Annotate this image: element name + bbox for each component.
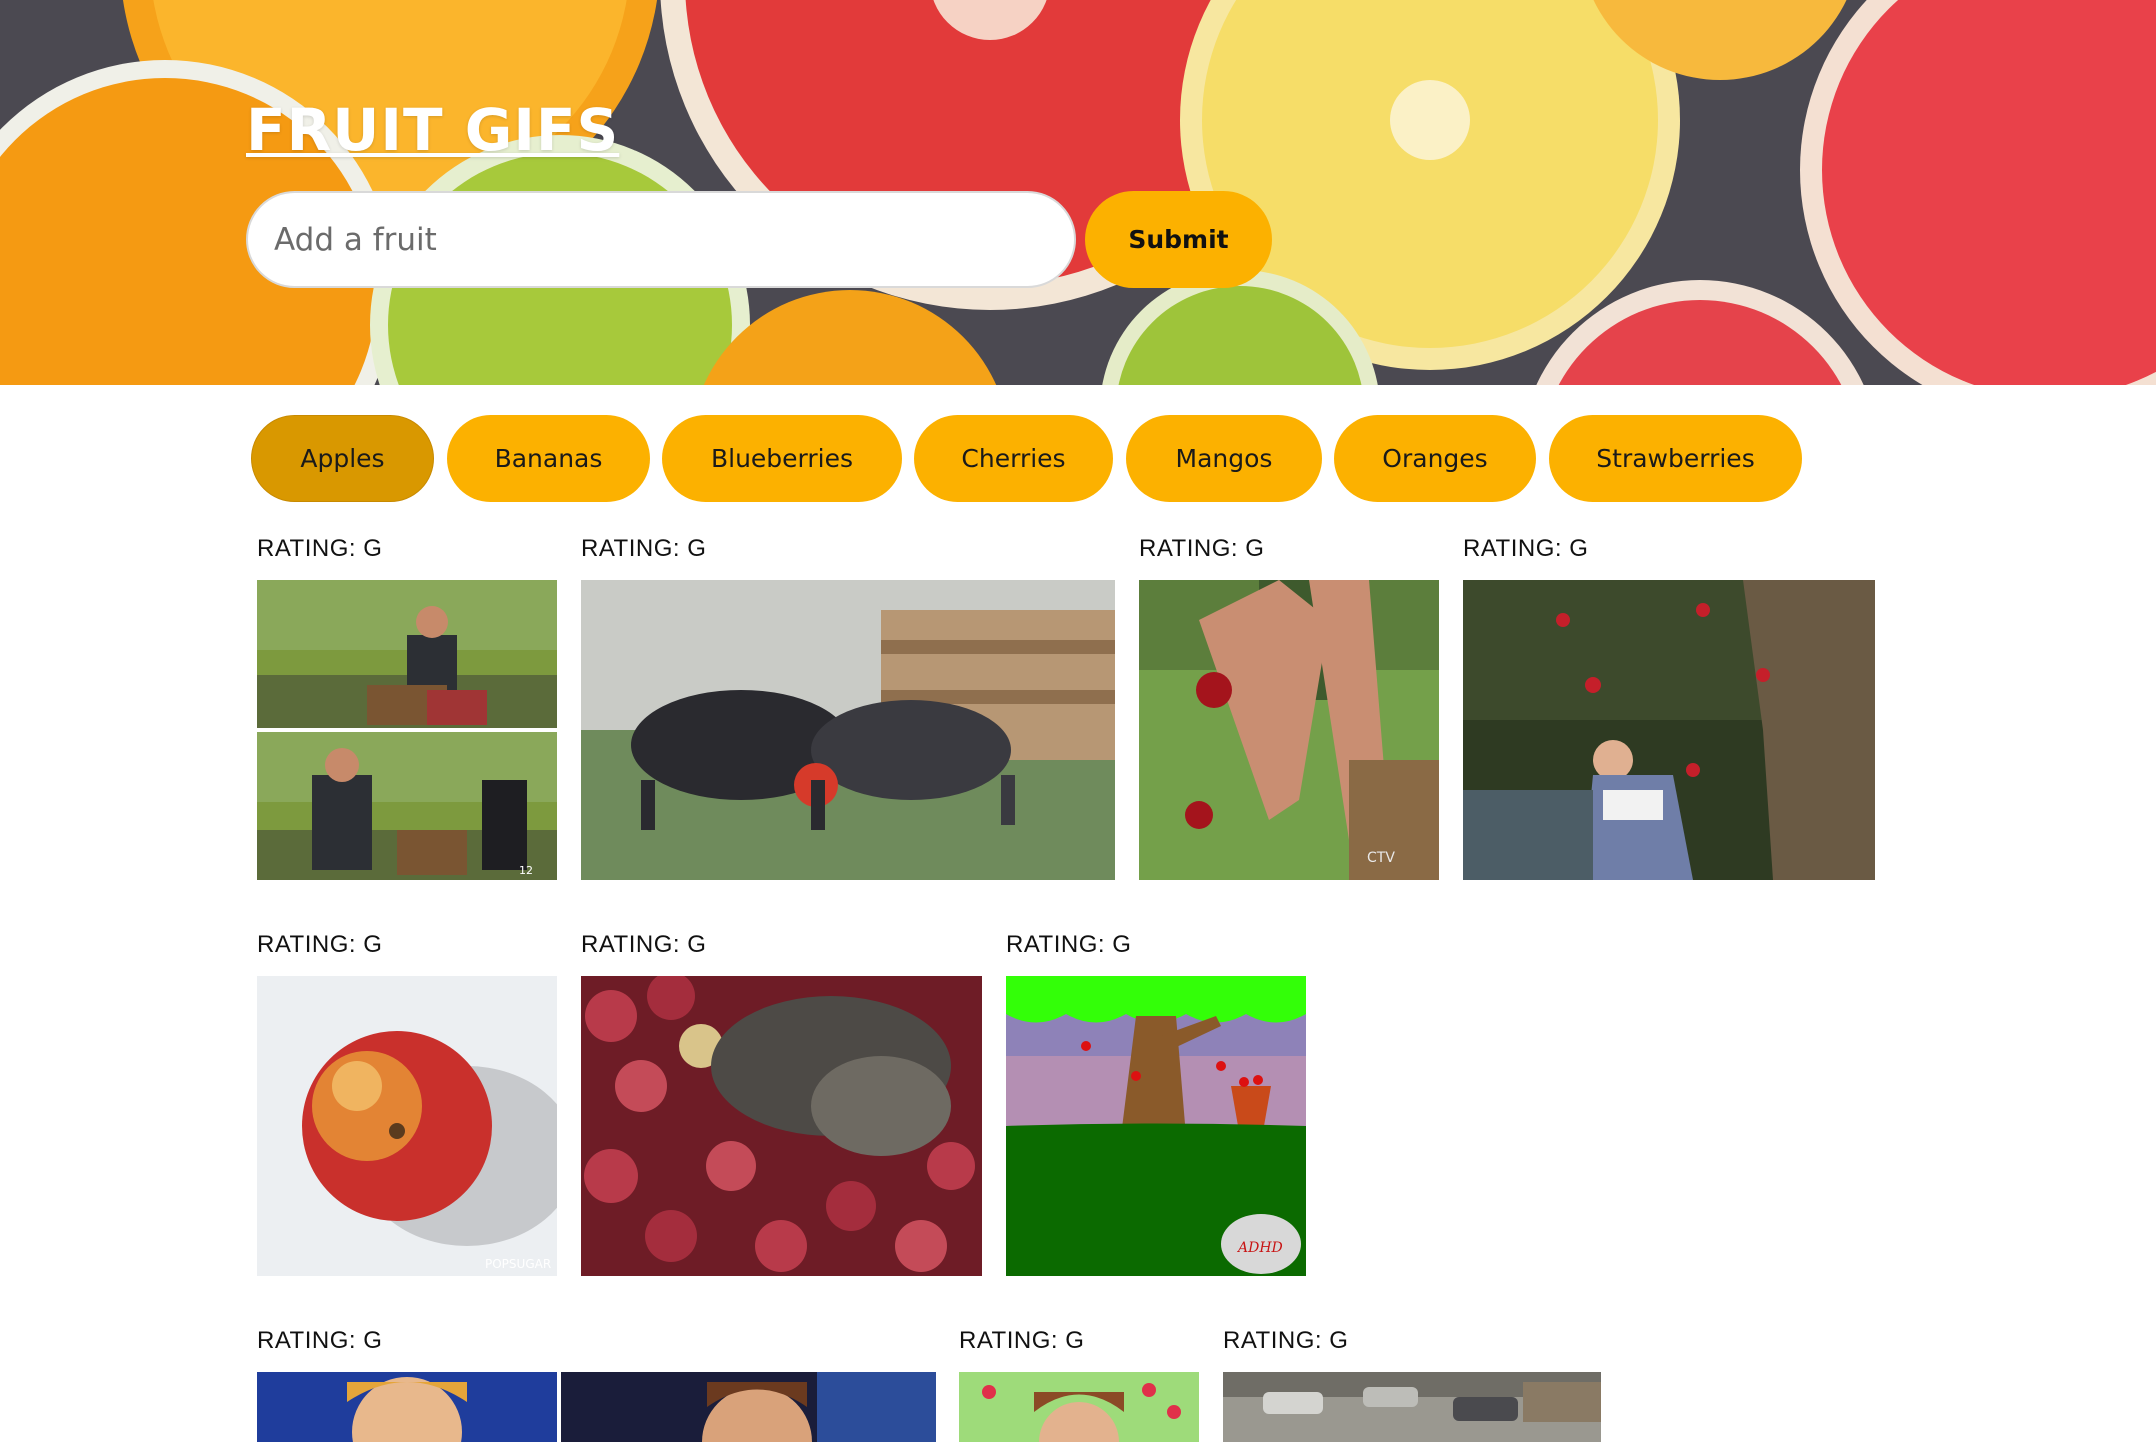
- fruit-button-mangos[interactable]: Mangos: [1126, 415, 1322, 502]
- svg-text:12: 12: [519, 864, 533, 877]
- dorothy-apple-tree-gif[interactable]: [1463, 580, 1875, 880]
- gif-rating-label: RATING: G: [257, 931, 383, 958]
- hero-banner: FRUIT GIFS Submit: [0, 0, 2156, 385]
- svg-text:ADHD: ADHD: [1236, 1240, 1283, 1256]
- gif-rating-label: RATING: G: [581, 535, 707, 562]
- pigs-apple-gif[interactable]: [581, 580, 1115, 880]
- fruit-button-oranges[interactable]: Oranges: [1334, 415, 1536, 502]
- gif-rating-label: RATING: G: [257, 535, 383, 562]
- gif-rating-label: RATING: G: [1463, 535, 1589, 562]
- gif-rating-label: RATING: G: [959, 1327, 1085, 1354]
- cartoon-apple-tree-gif[interactable]: ADHD: [1006, 976, 1306, 1276]
- gif-rating-label: RATING: G: [1139, 535, 1265, 562]
- spinning-apple-gif[interactable]: POPSUGAR: [257, 976, 557, 1276]
- gif-rating-label: RATING: G: [257, 1327, 383, 1354]
- svg-text:POPSUGAR: POPSUGAR: [485, 1257, 551, 1271]
- gif-rating-label: RATING: G: [581, 931, 707, 958]
- fruit-search-input[interactable]: [246, 191, 1076, 288]
- submit-button[interactable]: Submit: [1085, 191, 1272, 288]
- gif-rating-label: RATING: G: [1006, 931, 1132, 958]
- person-dropping-apples-gif[interactable]: CTV: [1139, 580, 1439, 880]
- gif-rating-label: RATING: G: [1223, 1327, 1349, 1354]
- svg-text:CTV: CTV: [1367, 850, 1395, 866]
- fruit-button-bananas[interactable]: Bananas: [447, 415, 650, 502]
- girl-hearts-gif[interactable]: [959, 1372, 1199, 1442]
- parking-lot-gif[interactable]: [1223, 1372, 1601, 1442]
- fruit-button-cherries[interactable]: Cherries: [914, 415, 1113, 502]
- page-title: FRUIT GIFS: [246, 96, 620, 164]
- fruit-button-apples[interactable]: Apples: [251, 415, 434, 502]
- animal-in-apples-gif[interactable]: [581, 976, 982, 1276]
- cartoon-character-gif[interactable]: [257, 1372, 936, 1442]
- fruit-button-blueberries[interactable]: Blueberries: [662, 415, 902, 502]
- apple-picking-gif[interactable]: 12: [257, 580, 557, 880]
- fruit-button-strawberries[interactable]: Strawberries: [1549, 415, 1802, 502]
